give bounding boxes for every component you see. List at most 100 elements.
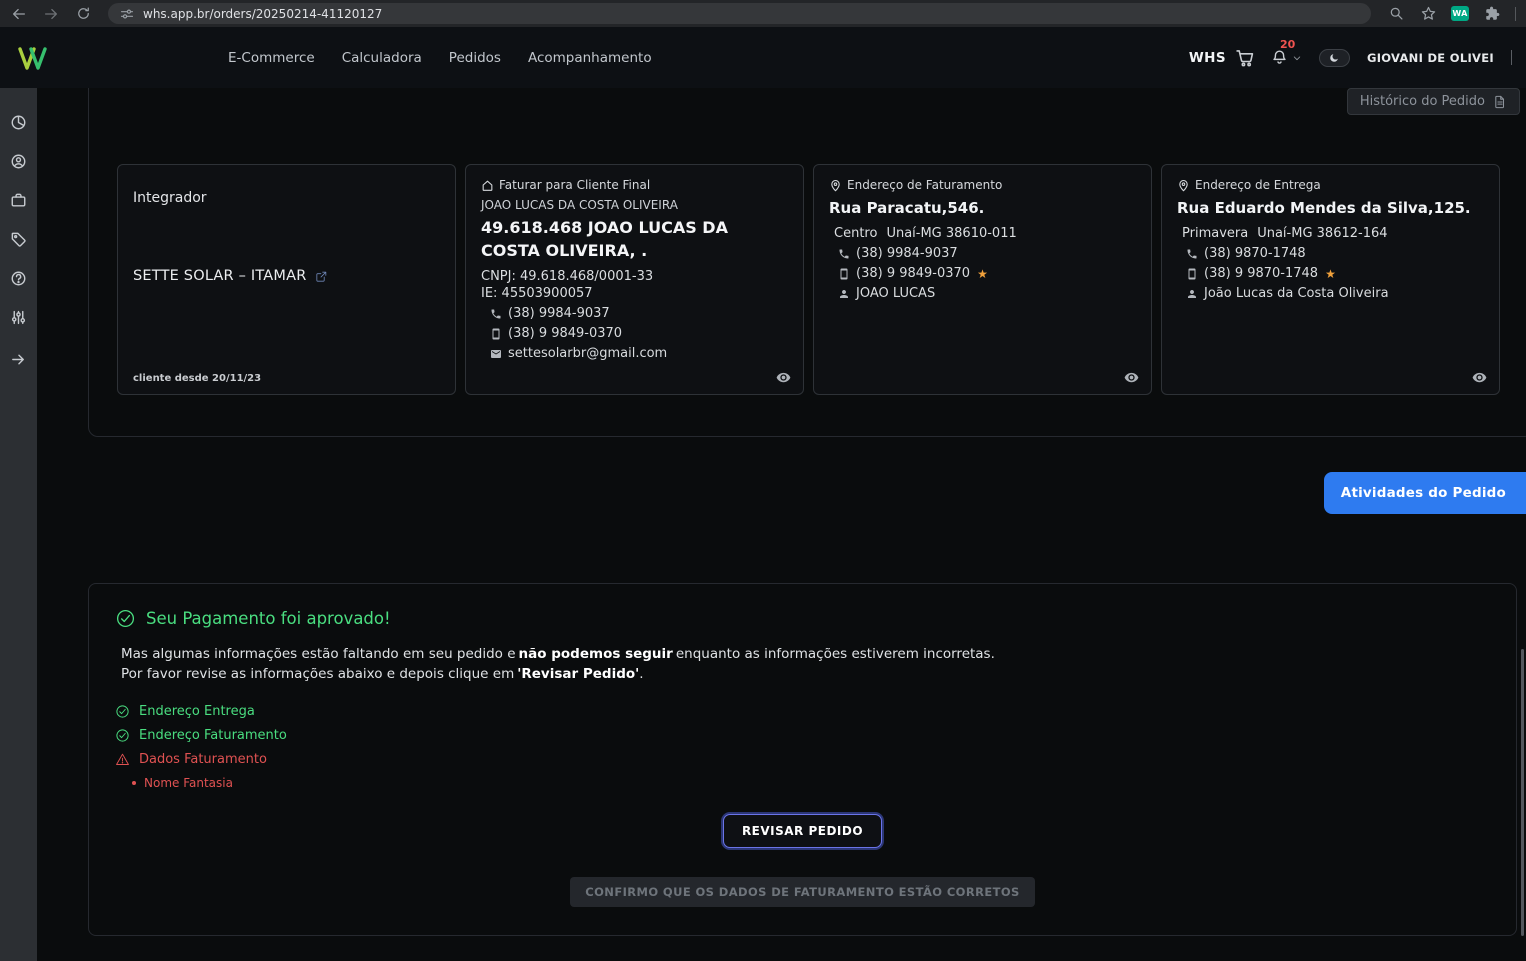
payment-approved-title-row: Seu Pagamento foi aprovado! xyxy=(115,608,1490,629)
client-cnpj: CNPJ: 49.618.468/0001-33 xyxy=(481,269,788,284)
collapse-arrow-icon[interactable] xyxy=(10,351,27,368)
billing-district-row: Centro Unaí-MG 38610-011 xyxy=(829,226,1136,241)
delivery-address-card: Endereço de Entrega Rua Eduardo Mendes d… xyxy=(1161,164,1500,395)
dark-mode-toggle[interactable] xyxy=(1319,49,1350,67)
moon-icon xyxy=(1329,52,1340,63)
billing-client-header: Faturar para Cliente Final xyxy=(481,178,788,192)
star-icon: ★ xyxy=(1325,267,1336,281)
browser-refresh-icon[interactable] xyxy=(74,5,92,23)
tag-icon[interactable] xyxy=(10,231,27,248)
check-label: Dados Faturamento xyxy=(139,752,267,767)
billing-address-header-label: Endereço de Faturamento xyxy=(847,178,1002,192)
notification-count-badge: 20 xyxy=(1280,38,1295,51)
navbar-divider xyxy=(1511,50,1512,65)
payment-line1-post: enquanto as informações estiverem incorr… xyxy=(676,646,995,662)
bookmark-star-icon[interactable] xyxy=(1419,5,1437,23)
review-order-button[interactable]: REVISAR PEDIDO xyxy=(723,814,882,848)
document-icon xyxy=(1493,95,1507,109)
client-company-name: 49.618.468 JOAO LUCAS DA COSTA OLIVEIRA,… xyxy=(481,216,788,262)
billing-mobile-row: (38) 9 9849-0370 ★ xyxy=(829,266,1136,281)
sliders-icon[interactable] xyxy=(10,309,27,326)
star-icon: ★ xyxy=(977,267,988,281)
billing-address-card: Endereço de Faturamento Rua Paracatu,546… xyxy=(813,164,1152,395)
delivery-district-row: Primavera Unaí-MG 38612-164 xyxy=(1177,226,1484,241)
payment-line2-bold: 'Revisar Pedido' xyxy=(517,666,639,682)
main-nav: E-Commerce Calculadora Pedidos Acompanha… xyxy=(228,50,652,66)
navbar-right: WHS 20 GIOVANI DE OLIVEI xyxy=(1189,48,1512,67)
confirm-billing-data-button[interactable]: CONFIRMO QUE OS DADOS DE FATURAMENTO EST… xyxy=(570,877,1034,907)
integrator-name-row: SETTE SOLAR – ITAMAR xyxy=(133,268,440,284)
phone-icon xyxy=(1186,248,1198,260)
browser-forward-icon[interactable] xyxy=(42,5,60,23)
check-delivery-address: Endereço Entrega xyxy=(115,704,1490,719)
phone-icon xyxy=(490,308,502,320)
delivery-contact-row: João Lucas da Costa Oliveira xyxy=(1177,286,1484,301)
billing-contact-row: JOAO LUCAS xyxy=(829,286,1136,301)
help-circle-icon[interactable] xyxy=(10,270,27,287)
order-summary-panel: Integrador SETTE SOLAR – ITAMAR cliente … xyxy=(88,88,1526,437)
order-history-button[interactable]: Histórico do Pedido xyxy=(1347,88,1520,115)
integrator-name: SETTE SOLAR – ITAMAR xyxy=(133,268,307,284)
billing-address-header: Endereço de Faturamento xyxy=(829,178,1136,192)
briefcase-icon[interactable] xyxy=(10,192,27,209)
cart-icon[interactable] xyxy=(1235,48,1254,67)
user-circle-icon[interactable] xyxy=(10,153,27,170)
billing-street: Rua Paracatu,546. xyxy=(829,199,1136,217)
billing-phone-row: (38) 9984-9037 xyxy=(829,246,1136,261)
nav-calculadora[interactable]: Calculadora xyxy=(342,50,422,66)
integrator-card: Integrador SETTE SOLAR – ITAMAR cliente … xyxy=(117,164,456,395)
extensions-puzzle-icon[interactable] xyxy=(1483,5,1501,23)
wa-extension-icon[interactable]: WA xyxy=(1451,6,1469,21)
notifications-button[interactable]: 20 xyxy=(1271,49,1302,66)
eye-icon[interactable] xyxy=(1472,370,1487,385)
eye-icon[interactable] xyxy=(1124,370,1139,385)
client-phone: (38) 9984-9037 xyxy=(508,306,610,321)
order-cards-row: Integrador SETTE SOLAR – ITAMAR cliente … xyxy=(117,164,1500,395)
check-label: Endereço Entrega xyxy=(139,704,255,719)
delivery-mobile-row: (38) 9 9870-1748 ★ xyxy=(1177,266,1484,281)
order-history-label: Histórico do Pedido xyxy=(1360,94,1485,109)
user-menu[interactable]: GIOVANI DE OLIVEI xyxy=(1367,51,1494,65)
url-text[interactable]: whs.app.br/orders/20250214-41120127 xyxy=(143,7,382,21)
url-bar[interactable]: whs.app.br/orders/20250214-41120127 xyxy=(108,3,1371,24)
whs-store-label: WHS xyxy=(1189,50,1226,66)
whs-logo[interactable] xyxy=(16,43,50,73)
pie-chart-icon[interactable] xyxy=(10,114,27,131)
billing-mobile: (38) 9 9849-0370 xyxy=(856,266,970,281)
order-activities-button[interactable]: Atividades do Pedido xyxy=(1324,472,1526,514)
chevron-down-icon xyxy=(1292,53,1302,63)
billing-client-header-label: Faturar para Cliente Final xyxy=(499,178,650,192)
nav-pedidos[interactable]: Pedidos xyxy=(449,50,501,66)
warning-triangle-icon xyxy=(115,752,130,767)
zoom-icon[interactable] xyxy=(1387,5,1405,23)
nav-ecommerce[interactable]: E-Commerce xyxy=(228,50,315,66)
delivery-address-header-label: Endereço de Entrega xyxy=(1195,178,1321,192)
check-circle-icon xyxy=(115,608,136,629)
client-mobile-row: (38) 9 9849-0370 xyxy=(481,326,788,341)
payment-approved-title: Seu Pagamento foi aprovado! xyxy=(146,609,391,628)
payment-line1-bold: não podemos seguir xyxy=(519,646,673,662)
payment-line1-pre: Mas algumas informações estão faltando e… xyxy=(121,646,516,662)
payment-message: Mas algumas informações estão faltando e… xyxy=(121,644,1490,684)
billing-city-zip: Unaí-MG 38610-011 xyxy=(886,226,1016,241)
browser-back-icon[interactable] xyxy=(10,5,28,23)
external-link-icon[interactable] xyxy=(315,270,328,283)
delivery-address-header: Endereço de Entrega xyxy=(1177,178,1484,192)
eye-icon[interactable] xyxy=(776,370,791,385)
integrator-label: Integrador xyxy=(133,190,440,206)
page-scrollbar[interactable] xyxy=(1521,649,1524,936)
client-since: cliente desde 20/11/23 xyxy=(133,373,261,384)
billing-district: Centro xyxy=(834,226,877,241)
site-settings-icon[interactable] xyxy=(120,7,134,21)
browser-divider xyxy=(1515,7,1516,21)
delivery-mobile: (38) 9 9870-1748 xyxy=(1204,266,1318,281)
check-billing-data: Dados Faturamento xyxy=(115,752,1490,767)
delivery-city-zip: Unaí-MG 38612-164 xyxy=(1257,226,1387,241)
nav-acompanhamento[interactable]: Acompanhamento xyxy=(528,50,652,66)
billing-client-card: Faturar para Cliente Final JOAO LUCAS DA… xyxy=(465,164,804,395)
map-pin-icon xyxy=(1177,179,1190,192)
phone-icon xyxy=(838,248,850,260)
payment-line2-pre: Por favor revise as informações abaixo e… xyxy=(121,666,514,682)
delivery-street: Rua Eduardo Mendes da Silva,125. xyxy=(1177,199,1484,217)
delivery-district: Primavera xyxy=(1182,226,1248,241)
